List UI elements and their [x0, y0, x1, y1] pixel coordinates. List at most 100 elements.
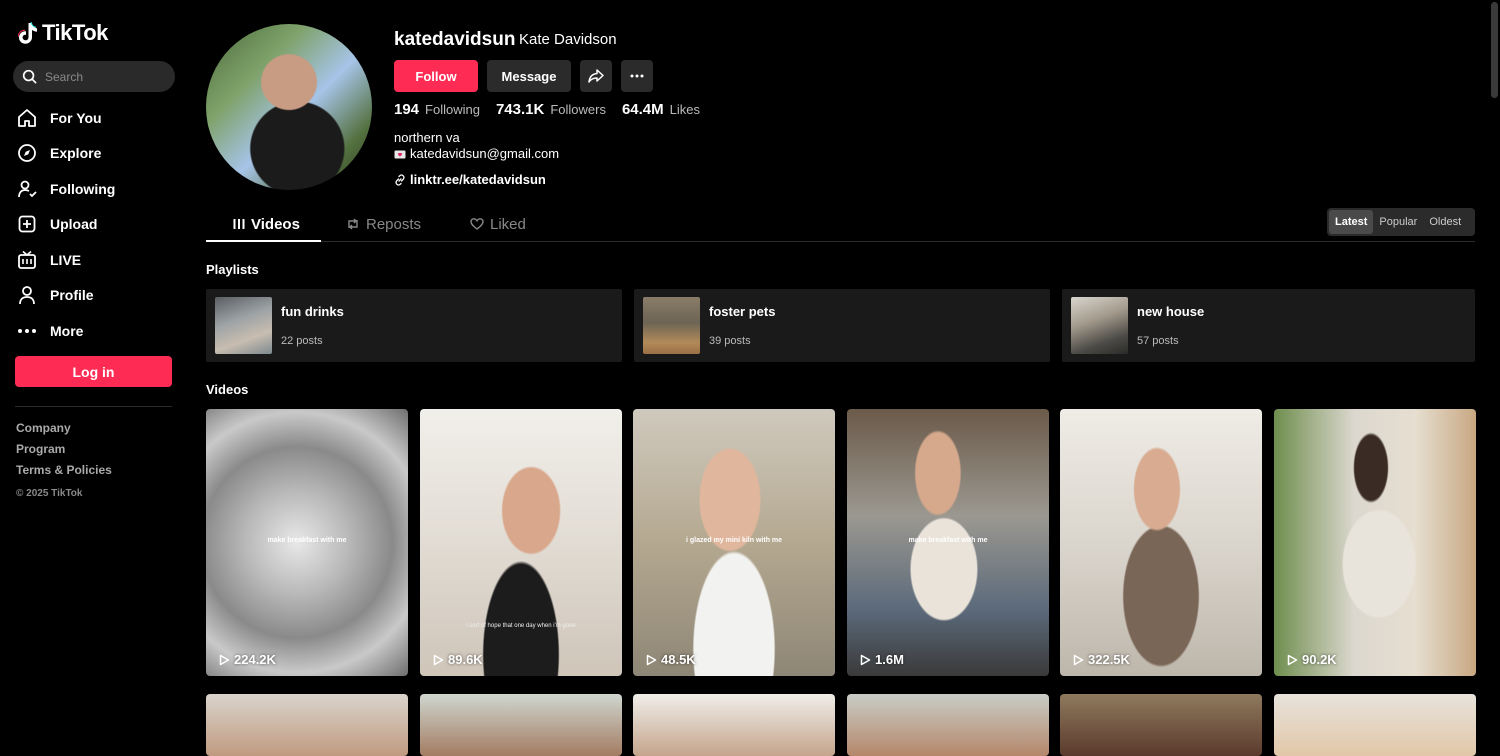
- video-thumbnail[interactable]: [1274, 694, 1476, 756]
- sidebar-item-label: Explore: [50, 145, 102, 162]
- video-thumbnail[interactable]: i sort of hope that one day when i'm gon…: [420, 409, 622, 676]
- sidebar-item-live[interactable]: LIVE: [16, 242, 176, 278]
- sidebar-item-explore[interactable]: Explore: [16, 136, 176, 172]
- sidebar: TikTok For You Explore Following: [0, 0, 188, 756]
- follow-button[interactable]: Follow: [394, 60, 478, 92]
- profile-link[interactable]: linktr.ee/katedavidsun: [394, 172, 546, 187]
- repost-icon: [348, 218, 358, 230]
- compass-icon: [16, 142, 38, 164]
- likes-stat: 64.4M Likes: [622, 101, 700, 118]
- tab-videos[interactable]: Videos: [233, 206, 300, 242]
- sidebar-divider: [15, 406, 172, 407]
- sidebar-item-label: Profile: [50, 287, 94, 304]
- video-view-count: 322.5K: [1088, 652, 1130, 667]
- search-box[interactable]: [13, 61, 175, 92]
- video-views: 48.5K: [645, 652, 696, 667]
- video-thumbnail[interactable]: [206, 694, 408, 756]
- share-button[interactable]: [580, 60, 612, 92]
- footer-link-terms[interactable]: Terms & Policies: [16, 462, 112, 483]
- sidebar-footer: Company Program Terms & Policies © 2025 …: [16, 420, 112, 501]
- video-view-count: 90.2K: [1302, 652, 1337, 667]
- profile-display-name: Kate Davidson: [519, 31, 617, 48]
- page-scrollbar[interactable]: [1489, 0, 1500, 756]
- video-views: 1.6M: [859, 652, 904, 667]
- sort-latest[interactable]: Latest: [1329, 210, 1374, 234]
- sidebar-item-upload[interactable]: Upload: [16, 207, 176, 243]
- profile-username: katedavidsun: [394, 29, 516, 50]
- more-options-button[interactable]: [621, 60, 653, 92]
- video-thumbnail[interactable]: [847, 694, 1049, 756]
- playlist-name: new house: [1137, 304, 1205, 319]
- ellipsis-icon: [630, 74, 644, 78]
- grid-icon: [233, 219, 245, 229]
- playlist-post-count: 57 posts: [1137, 335, 1179, 347]
- sort-oldest[interactable]: Oldest: [1423, 210, 1467, 234]
- footer-link-company[interactable]: Company: [16, 420, 112, 441]
- footer-link-program[interactable]: Program: [16, 441, 112, 462]
- video-view-count: 1.6M: [875, 652, 904, 667]
- search-icon: [22, 69, 37, 84]
- playlist-thumbnail: [215, 297, 272, 354]
- play-icon: [1073, 654, 1084, 665]
- copyright-text: © 2025 TikTok: [16, 488, 83, 499]
- love-letter-icon: [394, 150, 406, 158]
- profile-stats: 194 Following 743.1K Followers 64.4M Lik…: [394, 101, 700, 118]
- tab-liked[interactable]: Liked: [470, 206, 526, 242]
- playlist-card[interactable]: foster pets 39 posts: [634, 289, 1050, 362]
- sidebar-item-following[interactable]: Following: [16, 171, 176, 207]
- followers-label: Followers: [550, 102, 606, 117]
- video-caption: make breakfast with me: [267, 537, 347, 544]
- video-thumbnail[interactable]: [420, 694, 622, 756]
- video-views: 89.6K: [432, 652, 483, 667]
- video-views: 322.5K: [1072, 652, 1130, 667]
- sidebar-item-label: More: [50, 322, 84, 339]
- share-icon: [588, 69, 604, 83]
- login-button[interactable]: Log in: [15, 356, 172, 387]
- sort-popular[interactable]: Popular: [1373, 210, 1423, 234]
- heart-icon: [470, 218, 484, 230]
- bio-email-row: katedavidsun@gmail.com: [394, 146, 559, 162]
- search-input[interactable]: [45, 69, 165, 84]
- sidebar-item-profile[interactable]: Profile: [16, 278, 176, 314]
- video-thumbnail[interactable]: 322.5K: [1060, 409, 1262, 676]
- video-views: 90.2K: [1286, 652, 1337, 667]
- video-caption: make breakfast with me: [908, 537, 988, 544]
- sidebar-item-for-you[interactable]: For You: [16, 100, 176, 136]
- video-thumbnail[interactable]: make breakfast with me 1.6M: [847, 409, 1049, 676]
- sidebar-item-more[interactable]: More: [16, 313, 176, 349]
- tiktok-logo-icon: [18, 21, 37, 44]
- likes-count: 64.4M: [621, 101, 664, 118]
- play-icon: [1287, 654, 1298, 665]
- video-thumbnail[interactable]: [633, 694, 835, 756]
- playlist-card[interactable]: new house 57 posts: [1062, 289, 1475, 362]
- home-icon: [16, 107, 38, 129]
- video-caption: i glazed my mini kiln with me: [685, 537, 783, 544]
- video-view-count: 224.2K: [234, 652, 276, 667]
- video-thumbnail[interactable]: i glazed my mini kiln with me 48.5K: [633, 409, 835, 676]
- followers-stat[interactable]: 743.1K Followers: [496, 101, 606, 118]
- video-views: 224.2K: [218, 652, 276, 667]
- video-thumbnail[interactable]: [1060, 694, 1262, 756]
- playlists-heading: Playlists: [206, 262, 259, 277]
- video-thumbnail[interactable]: make breakfast with me 224.2K: [206, 409, 408, 676]
- video-thumbnail[interactable]: 90.2K: [1274, 409, 1476, 676]
- tiktok-logo[interactable]: TikTok: [18, 20, 108, 46]
- message-button[interactable]: Message: [487, 60, 571, 92]
- bio-location: northern va: [394, 130, 460, 145]
- live-icon: [16, 249, 38, 271]
- following-stat[interactable]: 194 Following: [394, 101, 480, 118]
- playlist-thumbnail: [643, 297, 700, 354]
- profile-avatar: [206, 24, 372, 190]
- profile-icon: [16, 284, 38, 306]
- sidebar-item-label: LIVE: [50, 251, 82, 268]
- scrollbar-thumb[interactable]: [1491, 2, 1498, 98]
- playlist-post-count: 22 posts: [281, 335, 323, 347]
- tab-reposts[interactable]: Reposts: [346, 206, 421, 242]
- tab-label: Videos: [251, 215, 300, 233]
- playlist-post-count: 39 posts: [709, 335, 751, 347]
- sidebar-item-label: Following: [50, 180, 116, 197]
- playlist-name: foster pets: [709, 304, 776, 319]
- bio-email: katedavidsun@gmail.com: [410, 146, 560, 161]
- playlist-thumbnail: [1071, 297, 1128, 354]
- playlist-card[interactable]: fun drinks 22 posts: [206, 289, 622, 362]
